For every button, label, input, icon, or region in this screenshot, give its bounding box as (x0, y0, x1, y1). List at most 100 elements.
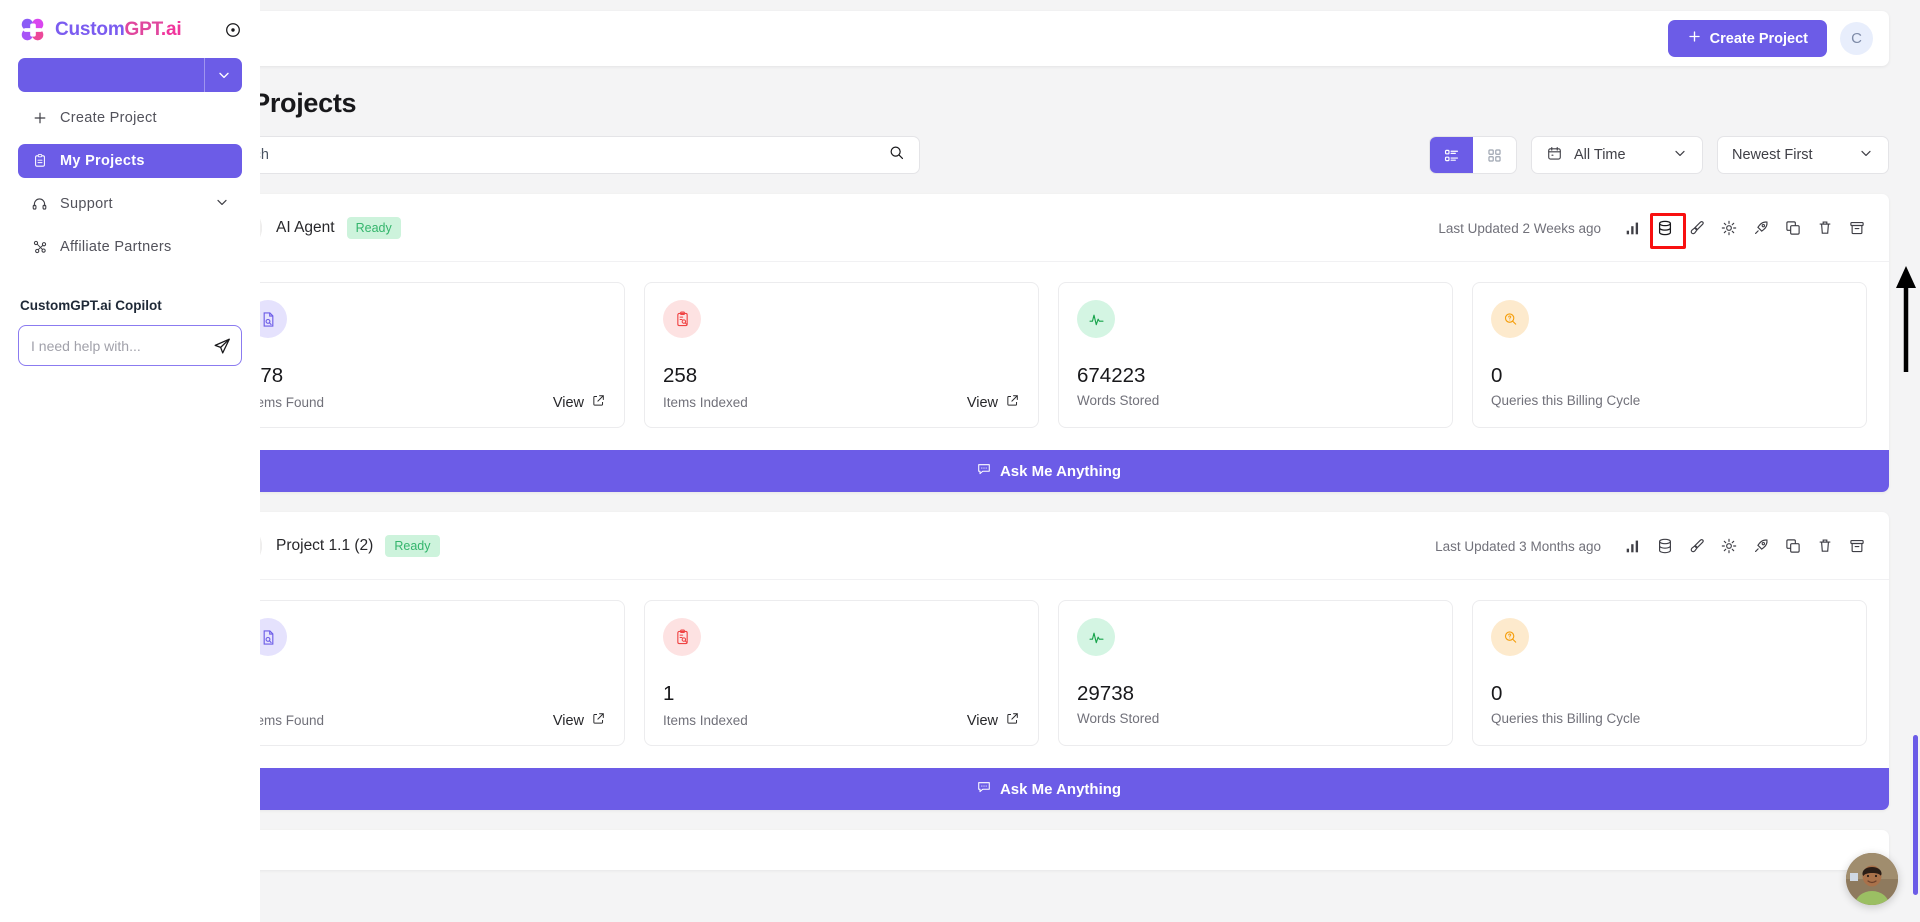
grid-view-icon[interactable] (1473, 137, 1516, 173)
archive-icon[interactable] (1847, 536, 1867, 556)
ask-me-anything-button[interactable]: Ask Me Anything (260, 450, 1889, 492)
clipboard-search-icon (663, 300, 701, 338)
stat-value: 0 (1491, 364, 1503, 387)
dashboard-chevron-down-icon[interactable] (204, 58, 242, 92)
stat-value: 258 (663, 364, 698, 387)
project-stats: 1 Items Found View (260, 580, 1889, 768)
stat-label: Items Found (260, 713, 325, 728)
search-wrapper[interactable] (260, 136, 920, 174)
rocket-icon[interactable] (1751, 218, 1771, 238)
search-question-icon (1491, 618, 1529, 656)
copilot-input-wrapper[interactable] (18, 325, 242, 366)
trash-icon[interactable] (1815, 536, 1835, 556)
brand-part-3: .ai (160, 19, 182, 40)
stat-footer: Queries this Billing Cycle (1491, 711, 1848, 726)
chat-bubble-icon (976, 779, 992, 799)
time-filter-dropdown[interactable]: All Time (1531, 136, 1703, 174)
external-link-icon (591, 393, 606, 412)
external-link-icon (1005, 393, 1020, 412)
document-search-icon (260, 300, 287, 338)
rocket-icon[interactable] (1751, 536, 1771, 556)
paintbrush-icon[interactable] (1687, 536, 1707, 556)
plus-icon (31, 110, 48, 127)
gear-icon[interactable] (1719, 536, 1739, 556)
trash-icon[interactable] (1815, 218, 1835, 238)
view-link[interactable]: View (967, 393, 1020, 412)
collapse-circle-icon[interactable] (224, 21, 242, 39)
create-project-button[interactable]: Create Project (1667, 20, 1827, 57)
list-view-icon[interactable] (1430, 137, 1473, 173)
sidebar-item-affiliate-partners[interactable]: Affiliate Partners (18, 230, 242, 264)
stat-card-items-found: 1 Items Found View (260, 600, 625, 746)
page-title: My Projects (260, 88, 357, 118)
project-action-icons (1623, 536, 1867, 556)
avatar-initial: C (1851, 30, 1862, 47)
stat-card-items-indexed: 1 Items Indexed View (644, 600, 1039, 746)
sort-label: Newest First (1732, 147, 1813, 163)
view-link[interactable]: View (967, 711, 1020, 730)
document-search-icon (260, 618, 287, 656)
stat-value: 278 (260, 364, 284, 387)
database-icon[interactable] (1655, 536, 1675, 556)
view-label: View (966, 712, 998, 729)
stat-value: 0 (1491, 682, 1503, 705)
search-input[interactable] (260, 147, 888, 163)
calendar-icon (1546, 145, 1563, 166)
create-project-label: Create Project (1709, 30, 1808, 47)
sidebar-item-support[interactable]: Support (18, 187, 242, 221)
sidebar-dashboard-group: Dashboard (18, 58, 242, 92)
project-meta: Last Updated 3 Months ago (1435, 536, 1867, 556)
time-filter-label: All Time (1574, 147, 1626, 163)
analytics-bar-chart-icon[interactable] (1623, 536, 1643, 556)
send-paper-plane-icon[interactable] (212, 336, 232, 356)
stat-footer: Items Found View (260, 393, 606, 412)
paintbrush-icon[interactable] (1687, 218, 1707, 238)
stat-label: Items Indexed (663, 713, 748, 728)
view-toggle (1429, 136, 1517, 174)
sidebar-item-create-project[interactable]: Create Project (18, 101, 242, 135)
stat-footer: Words Stored (1077, 393, 1434, 408)
status-badge: Ready (385, 535, 440, 557)
copilot-input[interactable] (31, 337, 212, 354)
stat-card-items-indexed: 258 Items Indexed View (644, 282, 1039, 428)
gear-icon[interactable] (1719, 218, 1739, 238)
project-header: Project 1.1 (2) Ready Last Updated 3 Mon… (260, 512, 1889, 580)
project-name: AI Agent (276, 219, 335, 236)
project-stats: 278 Items Found View (260, 262, 1889, 450)
database-icon[interactable] (1650, 213, 1686, 249)
view-link[interactable]: View (553, 711, 606, 730)
external-link-icon (1005, 711, 1020, 730)
sidebar-item-dashboard[interactable]: Dashboard (18, 58, 204, 92)
brand-part-2: GPT (124, 19, 162, 40)
project-card: Project 1.1 (2) Ready Last Updated 3 Mon… (260, 512, 1889, 810)
sidebar-item-my-projects[interactable]: My Projects (18, 144, 242, 178)
support-chevron-down-icon[interactable] (214, 194, 230, 214)
project-header: AI Agent Ready Last Updated 2 Weeks ago (260, 194, 1889, 262)
view-link[interactable]: View (553, 393, 606, 412)
plus-icon (1687, 29, 1702, 48)
search-icon[interactable] (888, 144, 905, 166)
annotation-arrow (1896, 266, 1916, 372)
stat-footer: Words Stored (1077, 711, 1434, 726)
pulse-activity-icon (1077, 300, 1115, 338)
stat-value: 29738 (1077, 682, 1135, 705)
customgpt-brain-logo-icon (18, 15, 48, 45)
copy-icon[interactable] (1783, 536, 1803, 556)
archive-icon[interactable] (1847, 218, 1867, 238)
stat-label: Words Stored (1077, 711, 1160, 726)
stat-label: Items Indexed (663, 395, 748, 410)
app-root: CustomGPT.ai Dashboard (0, 0, 1920, 922)
user-avatar[interactable]: C (1840, 22, 1873, 55)
vertical-scrollbar[interactable] (1911, 0, 1920, 922)
top-bar: Create Project C (260, 11, 1889, 66)
sort-dropdown[interactable]: Newest First (1717, 136, 1889, 174)
chat-launcher-avatar[interactable] (1846, 853, 1898, 905)
analytics-bar-chart-icon[interactable] (1623, 218, 1643, 238)
ask-me-anything-button[interactable]: Ask Me Anything (260, 768, 1889, 810)
copy-icon[interactable] (1783, 218, 1803, 238)
main-area: Create Project C My Projects (260, 0, 1920, 922)
scrollbar-thumb[interactable] (1913, 735, 1918, 895)
filter-bar: All Time Newest First (260, 136, 1889, 174)
stat-label: Queries this Billing Cycle (1491, 711, 1641, 726)
stat-label: Queries this Billing Cycle (1491, 393, 1641, 408)
